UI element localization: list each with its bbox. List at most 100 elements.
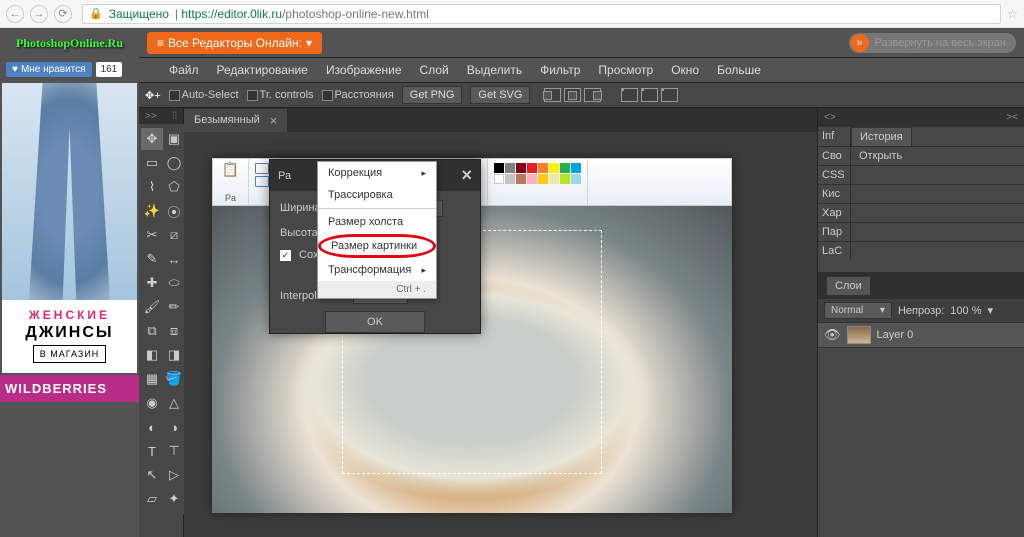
menu-layer[interactable]: Слой bbox=[420, 63, 449, 77]
auto-select-option[interactable]: Auto-Select bbox=[169, 89, 239, 101]
get-svg-button[interactable]: Get SVG bbox=[470, 86, 530, 104]
dist-2-icon[interactable] bbox=[641, 88, 658, 102]
bookmark-icon[interactable]: ☆ bbox=[1007, 7, 1018, 21]
menu-more[interactable]: Больше bbox=[717, 63, 761, 77]
lasso-tool[interactable]: ⌇ bbox=[141, 176, 163, 198]
dodge-tool[interactable]: ◐ bbox=[141, 416, 163, 438]
paint-palette[interactable] bbox=[492, 161, 583, 186]
close-tab-icon[interactable]: × bbox=[270, 113, 278, 128]
move-tool-icon: ✥+ bbox=[145, 89, 161, 102]
blur-tool[interactable]: ◉ bbox=[141, 392, 163, 414]
dist-3-icon[interactable] bbox=[661, 88, 678, 102]
panel-svo[interactable]: Сво bbox=[818, 147, 851, 165]
shape-tool[interactable]: ▱ bbox=[141, 488, 163, 510]
sharpen-tool[interactable]: △ bbox=[163, 392, 185, 414]
align-center-icon[interactable] bbox=[564, 88, 581, 102]
crop-tool[interactable]: ✂ bbox=[141, 224, 163, 246]
like-button[interactable]: ♥ Мне нравится bbox=[6, 62, 92, 77]
panel-marks: >< bbox=[1006, 112, 1018, 123]
patch-tool[interactable]: ⬭ bbox=[163, 272, 185, 294]
pattern-stamp-tool[interactable]: ⧈ bbox=[163, 320, 185, 342]
distances-option[interactable]: Расстояния bbox=[322, 89, 394, 101]
layer-row[interactable]: 👁 Layer 0 bbox=[818, 322, 1024, 348]
heal-tool[interactable]: ✚ bbox=[141, 272, 163, 294]
type-tool[interactable]: T bbox=[141, 440, 163, 462]
menu-filter[interactable]: Фильтр bbox=[540, 63, 580, 77]
dist-1-icon[interactable] bbox=[621, 88, 638, 102]
poly-lasso-tool[interactable]: ⬠ bbox=[163, 176, 185, 198]
panel-collapse-icon[interactable]: <> bbox=[824, 112, 836, 123]
history-tab[interactable]: История bbox=[851, 127, 912, 146]
menu-correction[interactable]: Коррекция bbox=[318, 162, 436, 184]
panel-css[interactable]: CSS bbox=[818, 166, 851, 184]
stamp-tool[interactable]: ⧉ bbox=[141, 320, 163, 342]
secure-label: Защищено bbox=[109, 7, 169, 21]
layers-tab[interactable]: Слои bbox=[826, 276, 871, 295]
visibility-icon[interactable]: 👁 bbox=[824, 327, 841, 343]
menu-file[interactable]: Файл bbox=[169, 63, 199, 77]
bucket-tool[interactable]: 🪣 bbox=[163, 368, 185, 390]
reload-button[interactable]: ⟳ bbox=[54, 5, 72, 23]
menu-edit[interactable]: Редактирование bbox=[217, 63, 308, 77]
path-tool[interactable]: ↖ bbox=[141, 464, 163, 486]
bg-eraser-tool[interactable]: ◨ bbox=[163, 344, 185, 366]
menu-image[interactable]: Изображение bbox=[326, 63, 402, 77]
blend-mode-select[interactable]: Normal ▾ bbox=[824, 302, 892, 319]
burn-tool[interactable]: ◑ bbox=[163, 416, 185, 438]
history-open[interactable]: Открыть bbox=[851, 147, 1024, 165]
opacity-dropdown-icon[interactable]: ▾ bbox=[988, 304, 994, 317]
vtype-tool[interactable]: ⊤ bbox=[163, 440, 185, 462]
direct-select-tool[interactable]: ▷ bbox=[163, 464, 185, 486]
ok-button[interactable]: OK bbox=[325, 311, 425, 333]
ad-banner[interactable]: ⓘ ✕ ЖЕНСКИЕ ДЖИНСЫ В МАГАЗИН bbox=[2, 83, 137, 373]
menu-transform[interactable]: Трансформация bbox=[318, 259, 436, 281]
document-tab[interactable]: Безымянный × bbox=[184, 109, 287, 132]
menu-image-size[interactable]: Размер картинки bbox=[321, 237, 433, 255]
panel-inf[interactable]: Inf bbox=[818, 127, 851, 146]
menu-canvas-size[interactable]: Размер холста bbox=[318, 211, 436, 233]
all-editors-button[interactable]: ≡ Все Редакторы Онлайн: ▾ bbox=[147, 32, 322, 54]
menu-view[interactable]: Просмотр bbox=[598, 63, 653, 77]
ad-cta-button[interactable]: В МАГАЗИН bbox=[33, 345, 107, 363]
forward-button[interactable]: → bbox=[30, 5, 48, 23]
artboard-tool[interactable]: ▣ bbox=[163, 128, 185, 150]
marquee-tool[interactable]: ▭ bbox=[141, 152, 163, 174]
align-right-icon[interactable] bbox=[584, 88, 601, 102]
back-button[interactable]: ← bbox=[6, 5, 24, 23]
dialog-close-icon[interactable]: × bbox=[461, 165, 472, 186]
ruler-tool[interactable]: ↔ bbox=[163, 248, 185, 270]
panel-par[interactable]: Пар bbox=[818, 223, 851, 241]
opacity-value[interactable]: 100 % bbox=[950, 305, 981, 317]
workspace: >> ⫶⫶ ✥ ▭ ⌇ ✨ ✂ ✎ ✚ 🖌 ⧉ ◧ ▦ bbox=[139, 108, 1024, 537]
pencil-tool[interactable]: ✏ bbox=[163, 296, 185, 318]
quick-select-tool[interactable]: ⦿ bbox=[163, 200, 185, 222]
paint-tab: Pa bbox=[225, 193, 236, 203]
move-tool[interactable]: ✥ bbox=[141, 128, 163, 150]
menu-select[interactable]: Выделить bbox=[467, 63, 522, 77]
menu-separator bbox=[318, 208, 436, 209]
gradient-tool[interactable]: ▦ bbox=[141, 368, 163, 390]
align-left-icon[interactable] bbox=[544, 88, 561, 102]
menu-window[interactable]: Окно bbox=[671, 63, 699, 77]
eraser-tool[interactable]: ◧ bbox=[141, 344, 163, 366]
panel-kis[interactable]: Кис bbox=[818, 185, 851, 203]
address-bar[interactable]: 🔒 Защищено | https://editor.0lik.ru /pho… bbox=[82, 4, 1001, 24]
brush-tool[interactable]: 🖌 bbox=[141, 296, 163, 318]
toolbox-handle-icon[interactable]: ⫶⫶ bbox=[172, 111, 177, 122]
ellipse-select-tool[interactable]: ◯ bbox=[163, 152, 185, 174]
panel-lac[interactable]: LaC bbox=[818, 242, 851, 260]
menu-trace[interactable]: Трассировка bbox=[318, 184, 436, 206]
eyedropper-tool[interactable]: ✎ bbox=[141, 248, 163, 270]
keep-ratio-checkbox[interactable]: ✓ bbox=[280, 250, 291, 261]
wand-tool[interactable]: ✨ bbox=[141, 200, 163, 222]
layers-panel-header[interactable]: Слои bbox=[818, 272, 1024, 299]
get-png-button[interactable]: Get PNG bbox=[402, 86, 463, 104]
slice-tool[interactable]: ⧄ bbox=[163, 224, 185, 246]
transform-controls-option[interactable]: Tr. controls bbox=[247, 89, 314, 101]
distribute-group bbox=[621, 88, 678, 102]
layer-name[interactable]: Layer 0 bbox=[877, 329, 914, 341]
panel-har[interactable]: Хар bbox=[818, 204, 851, 222]
ad-brand[interactable]: WILDBERRIES bbox=[0, 375, 139, 402]
custom-shape-tool[interactable]: ✦ bbox=[163, 488, 185, 510]
fullscreen-button[interactable]: » Развернуть на весь экран bbox=[849, 33, 1016, 53]
